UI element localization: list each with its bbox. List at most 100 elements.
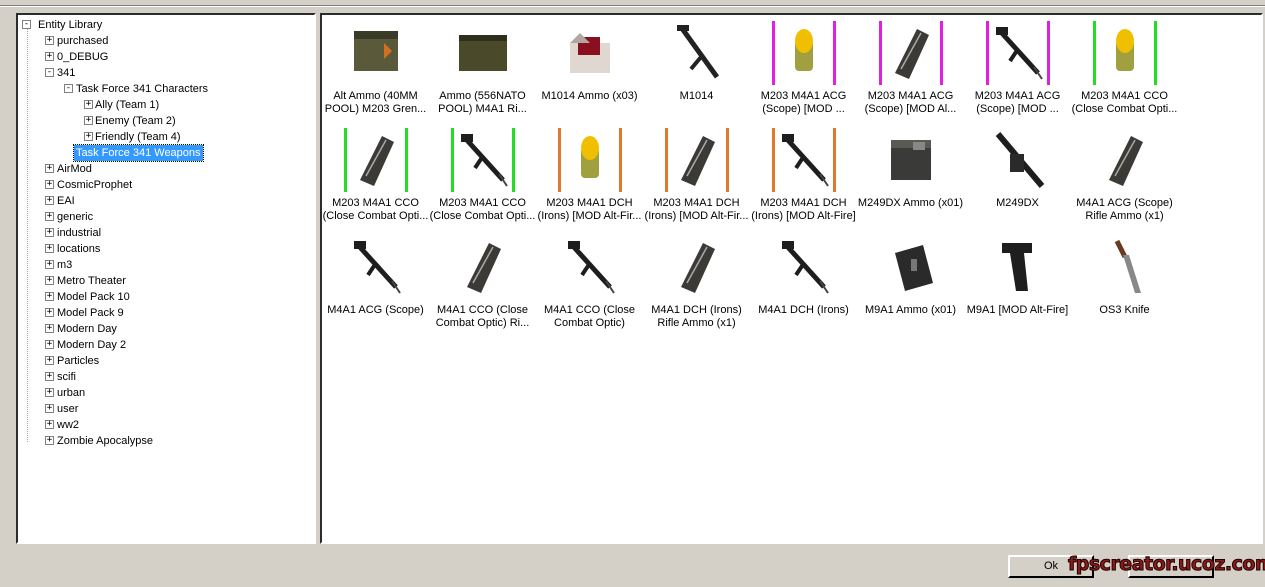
marker-line [665, 128, 668, 192]
expand-icon[interactable]: + [45, 436, 54, 445]
expand-icon[interactable]: + [45, 212, 54, 221]
entity-item[interactable]: M4A1 CCO (Close Combat Optic) Ri... [429, 231, 536, 336]
expand-icon[interactable]: + [45, 164, 54, 173]
expand-icon[interactable]: + [45, 292, 54, 301]
tree-node-label: urban [57, 387, 86, 399]
entity-label: M1014 Ammo (x03) [541, 90, 638, 102]
tree-node-label: Modern Day 2 [57, 339, 127, 351]
entity-label: M249DX [996, 197, 1039, 209]
entity-library-tree[interactable]: - Entity Library + purchased +0_DEBUG -341-… [16, 13, 316, 544]
entity-grid[interactable]: Alt Ammo (40MM POOL) M203 Gren... Ammo (55… [320, 13, 1263, 544]
entity-item[interactable]: OS3 Knife [1071, 231, 1178, 336]
expand-icon[interactable]: + [84, 100, 93, 109]
marker-line [512, 128, 515, 192]
magazine-icon [879, 21, 943, 85]
marker-line [1047, 21, 1050, 85]
entity-item[interactable]: M9A1 [MOD Alt-Fire] [964, 231, 1071, 336]
expand-icon[interactable]: + [45, 228, 54, 237]
entity-item[interactable]: M203 M4A1 CCO (Close Combat Opti... [1071, 17, 1178, 122]
entity-item[interactable]: M203 M4A1 ACG (Scope) [MOD Al... [857, 17, 964, 122]
tree-root[interactable]: - Entity Library [22, 17, 102, 33]
entity-label: M203 M4A1 CCO (Close Combat Opti... [1071, 90, 1178, 115]
entity-label: M203 M4A1 ACG (Scope) [MOD Al... [864, 90, 957, 115]
rifle-icon [774, 235, 834, 299]
entity-label: M203 M4A1 DCH (Irons) [MOD Alt-Fire] [751, 197, 856, 222]
entity-item[interactable]: M9A1 Ammo (x01) [857, 231, 964, 336]
expand-icon[interactable]: + [45, 324, 54, 333]
entity-item[interactable]: M203 M4A1 DCH (Irons) [MOD Alt-Fir... [536, 124, 643, 229]
entity-item[interactable]: Ammo (556NATO POOL) M4A1 Ri... [429, 17, 536, 122]
tree-node-label: CosmicProphet [57, 179, 133, 191]
marker-line [879, 21, 882, 85]
entity-label: Ammo (556NATO POOL) M4A1 Ri... [438, 90, 527, 115]
entity-label: M4A1 ACG (Scope) Rifle Ammo (x1) [1076, 197, 1173, 222]
entity-item[interactable]: Alt Ammo (40MM POOL) M203 Gren... [322, 17, 429, 122]
grenade-round-icon [558, 128, 622, 192]
entity-item[interactable]: M4A1 CCO (Close Combat Optic) [536, 231, 643, 336]
tree-node-label: m3 [57, 259, 73, 271]
rifle-icon [986, 21, 1050, 85]
entity-item[interactable]: M4A1 ACG (Scope) Rifle Ammo (x1) [1071, 124, 1178, 229]
entity-item[interactable]: M203 M4A1 ACG (Scope) [MOD ... [750, 17, 857, 122]
tree-node-label: EAI [57, 195, 75, 207]
tree-node-label: purchased [57, 35, 109, 47]
shotgun-icon [667, 21, 727, 85]
entity-label: OS3 Knife [1099, 304, 1150, 316]
marker-line [558, 128, 561, 192]
entity-label: M9A1 [MOD Alt-Fire] [966, 304, 1069, 316]
expand-icon[interactable]: + [45, 180, 54, 189]
ok-label: Ok [1043, 560, 1059, 572]
collapse-icon[interactable]: - [22, 20, 31, 29]
expand-icon[interactable]: + [45, 244, 54, 253]
magazine-icon [344, 128, 408, 192]
expand-icon[interactable]: + [45, 196, 54, 205]
entity-item[interactable]: M4A1 DCH (Irons) [750, 231, 857, 336]
entity-item[interactable]: M203 M4A1 ACG (Scope) [MOD ... [964, 17, 1071, 122]
ammo-can-icon [881, 128, 941, 192]
entity-label: Alt Ammo (40MM POOL) M203 Gren... [324, 90, 427, 115]
expand-icon[interactable]: + [45, 420, 54, 429]
marker-line [344, 128, 347, 192]
expand-icon[interactable]: + [45, 340, 54, 349]
marker-line [833, 128, 836, 192]
tree-node-label: Task Force 341 Characters [76, 83, 209, 95]
entity-label: M203 M4A1 ACG (Scope) [MOD ... [974, 90, 1061, 115]
entity-item[interactable]: M203 M4A1 CCO (Close Combat Opti... [322, 124, 429, 229]
entity-item[interactable]: M249DX [964, 124, 1071, 229]
expand-icon[interactable]: + [84, 116, 93, 125]
entity-item[interactable]: M203 M4A1 CCO (Close Combat Opti... [429, 124, 536, 229]
entity-label: M4A1 DCH (Irons) [758, 304, 849, 316]
entity-item[interactable]: M249DX Ammo (x01) [857, 124, 964, 229]
expand-icon[interactable]: + [45, 404, 54, 413]
tree-line [27, 27, 28, 442]
collapse-icon[interactable]: - [64, 84, 73, 93]
rifle-icon [346, 235, 406, 299]
entity-item[interactable]: M4A1 DCH (Irons) Rifle Ammo (x1) [643, 231, 750, 336]
expand-icon[interactable]: + [45, 372, 54, 381]
rifle-icon [560, 235, 620, 299]
expand-icon[interactable]: + [45, 276, 54, 285]
expand-icon[interactable]: + [45, 52, 54, 61]
entity-item[interactable]: M1014 [643, 17, 750, 122]
ammo-box-icon [453, 21, 513, 85]
tree-node-label: Enemy (Team 2) [95, 115, 176, 127]
entity-item[interactable]: M203 M4A1 DCH (Irons) [MOD Alt-Fir... [643, 124, 750, 229]
expand-icon[interactable]: + [84, 132, 93, 141]
pistol-magazine-icon [881, 235, 941, 299]
expand-icon[interactable]: + [45, 356, 54, 365]
tree-node-label: Friendly (Team 4) [95, 131, 181, 143]
expand-icon[interactable]: + [45, 388, 54, 397]
tree-node-label: locations [57, 243, 101, 255]
expand-icon[interactable]: + [45, 260, 54, 269]
knife-icon [1095, 235, 1155, 299]
entity-item[interactable]: M1014 Ammo (x03) [536, 17, 643, 122]
watermark: fpscreator.ucoz.com [1067, 553, 1265, 576]
collapse-icon[interactable]: - [45, 68, 54, 77]
entity-item[interactable]: M203 M4A1 DCH (Irons) [MOD Alt-Fire] [750, 124, 857, 229]
expand-icon[interactable]: + [45, 36, 54, 45]
entity-item[interactable]: M4A1 ACG (Scope) [322, 231, 429, 336]
expand-icon[interactable]: + [45, 308, 54, 317]
entity-label: M203 M4A1 DCH (Irons) [MOD Alt-Fir... [644, 197, 749, 222]
entity-label: M203 M4A1 ACG (Scope) [MOD ... [760, 90, 847, 115]
tree-node-label: Zombie Apocalypse [57, 435, 153, 447]
